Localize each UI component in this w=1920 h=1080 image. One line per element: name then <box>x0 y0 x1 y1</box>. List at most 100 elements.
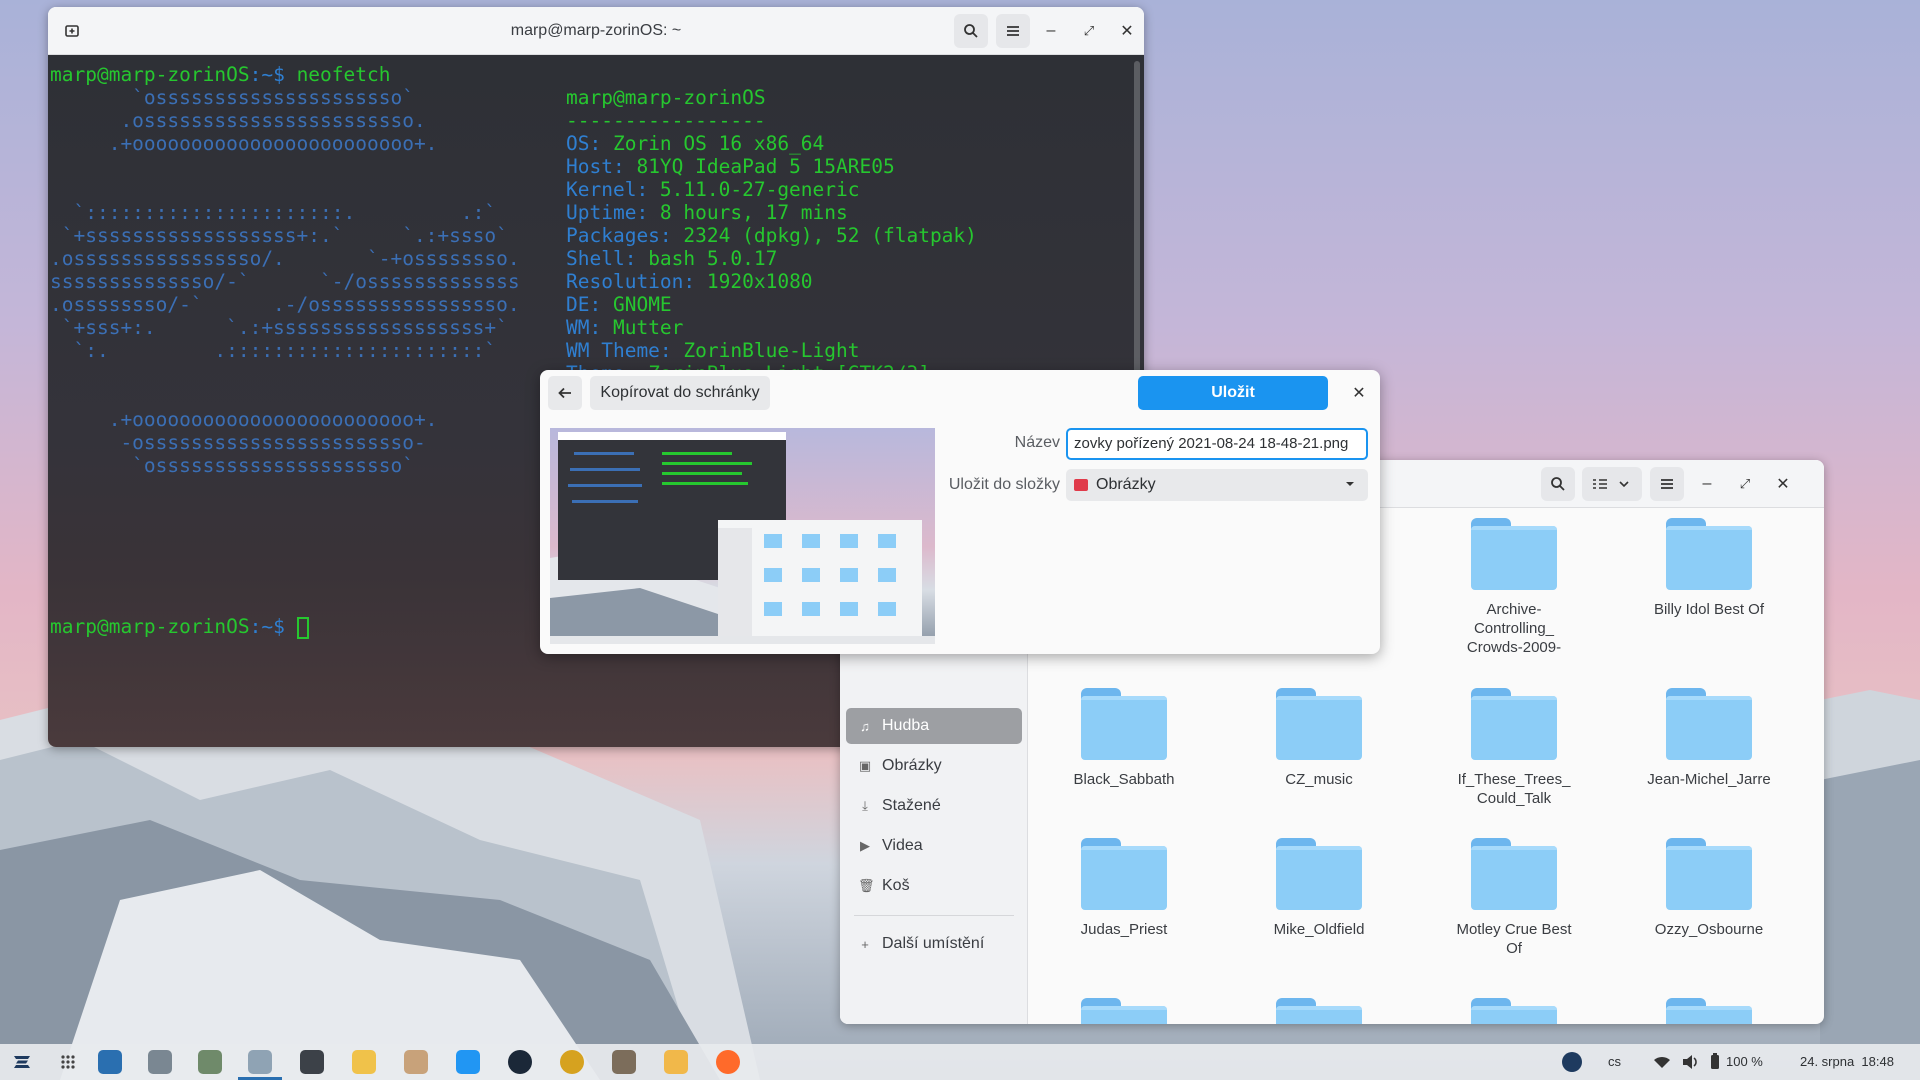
copy-to-clipboard-button[interactable]: Kopírovat do schránky <box>590 376 770 410</box>
sidebar-item-obrázky[interactable]: ▣ Obrázky <box>846 748 1022 784</box>
keyboard-layout[interactable]: cs <box>1608 1054 1621 1069</box>
folder-item[interactable]: Jean-Michel_Jarre <box>1624 688 1794 789</box>
info-value: ZorinBlue-Light <box>683 339 860 362</box>
info-value: 2324 (dpkg), 52 (flatpak) <box>683 224 977 247</box>
plus-icon: + <box>861 936 869 952</box>
zorin-menu-icon[interactable] <box>10 1050 34 1074</box>
view-toggle-icon[interactable] <box>1582 467 1642 501</box>
terminal-app-icon[interactable] <box>300 1050 324 1074</box>
hamburger-menu-icon[interactable] <box>996 14 1030 48</box>
search-icon[interactable] <box>954 14 988 48</box>
folder-item-partial[interactable] <box>1624 998 1794 1024</box>
folder-icon <box>1471 688 1557 760</box>
folder-icon <box>1276 998 1362 1024</box>
filename-input[interactable]: zovky pořízený 2021-08-24 18-48-21.png <box>1066 428 1368 460</box>
steam-tray-icon[interactable] <box>1562 1052 1582 1072</box>
folder-item-partial[interactable] <box>1039 998 1209 1024</box>
app-grid-icon[interactable] <box>56 1050 80 1074</box>
info-line: DE: GNOME <box>566 293 672 316</box>
screenshot-app-icon[interactable] <box>456 1050 480 1074</box>
screenshot-preview <box>550 428 935 644</box>
sidebar-item-other-locations[interactable]: + Další umístění <box>846 926 1022 962</box>
info-line: WM Theme: ZorinBlue-Light <box>566 339 860 362</box>
sidebar-item-label: Další umístění <box>882 935 985 952</box>
folder-item-partial[interactable] <box>1429 998 1599 1024</box>
sidebar-item-hudba[interactable]: ♫ Hudba <box>846 708 1022 744</box>
mail-app-icon[interactable] <box>664 1050 688 1074</box>
archive-app-icon[interactable] <box>404 1050 428 1074</box>
info-value: Zorin OS 16 x86_64 <box>612 132 825 155</box>
folder-item[interactable]: Archive- Controlling_ Crowds-2009- <box>1429 518 1599 657</box>
info-line: WM: Mutter <box>566 316 683 339</box>
notes-app-icon[interactable] <box>352 1050 376 1074</box>
folder-label: Jean-Michel_Jarre <box>1647 771 1771 788</box>
ascii-logo-line: `osssssssssssssssssssso` <box>50 86 414 109</box>
folder-icon <box>1471 998 1557 1024</box>
wifi-icon[interactable] <box>1652 1050 1672 1074</box>
info-value: 8 hours, 17 mins <box>659 201 848 224</box>
folder-label: CZ_music <box>1285 771 1353 788</box>
folder-item-partial[interactable] <box>1234 998 1404 1024</box>
folder-item[interactable]: Billy Idol Best Of <box>1624 518 1794 619</box>
folder-select[interactable]: Obrázky <box>1066 469 1368 501</box>
folder-label: Archive- Controlling_ Crowds-2009- <box>1466 601 1562 656</box>
search-icon[interactable] <box>1541 467 1575 501</box>
ascii-logo-line: .ossssssssssssssso/. `-+ossssssso. <box>50 247 520 270</box>
clock[interactable]: 24. srpna 18:48 <box>1800 1054 1894 1069</box>
name-label: Název <box>1014 434 1060 451</box>
sidebar-item-label: Obrázky <box>882 757 942 774</box>
folder-item[interactable]: Mike_Oldfield <box>1234 838 1404 939</box>
folder-item[interactable]: Black_Sabbath <box>1039 688 1209 789</box>
command-line: marp@marp-zorinOS:~$ neofetch <box>50 63 390 86</box>
minimize-icon[interactable]: – <box>1690 467 1724 501</box>
folder-label: Mike_Oldfield <box>1273 921 1365 938</box>
image-icon: ▣ <box>858 758 872 773</box>
battery-icon[interactable] <box>1708 1050 1722 1074</box>
sidebar-item-koš[interactable]: 🗑 Koš <box>846 868 1022 904</box>
minimize-icon[interactable]: – <box>1034 14 1068 48</box>
folder-icon <box>1666 518 1752 590</box>
info-key: Packages: <box>566 224 684 247</box>
folder-label: Billy Idol Best Of <box>1653 601 1765 618</box>
volume-icon[interactable] <box>1680 1050 1700 1074</box>
prompt-userhost: marp@marp-zorinOS <box>50 63 250 86</box>
battery-percent[interactable]: 100 % <box>1726 1054 1763 1069</box>
command-text: neofetch <box>296 63 391 86</box>
info-value: bash 5.0.17 <box>648 247 778 270</box>
terminal-titlebar[interactable]: marp@marp-zorinOS: ~ – ⤢ ✕ <box>48 7 1144 55</box>
steam-icon[interactable] <box>508 1050 532 1074</box>
ascii-logo-line: `+sss+:. `.:+ssssssssssssssssss+` <box>50 316 508 339</box>
info-value: Mutter <box>612 316 684 339</box>
taskbar[interactable]: cs 100 % 24. srpna 18:48 <box>0 1044 1920 1080</box>
folder-icon <box>1081 838 1167 910</box>
folder-item[interactable]: CZ_music <box>1234 688 1404 789</box>
game-app-icon[interactable] <box>612 1050 636 1074</box>
maximize-icon[interactable]: ⤢ <box>1728 467 1762 501</box>
info-line: Resolution: 1920x1080 <box>566 270 813 293</box>
close-icon[interactable]: ✕ <box>1766 467 1800 501</box>
hamburger-menu-icon[interactable] <box>1650 467 1684 501</box>
ascii-logo-line: .+oooooooooooooooooooooooo+. <box>50 132 438 155</box>
folder-item[interactable]: Motley Crue Best Of <box>1429 838 1599 958</box>
close-icon[interactable]: ✕ <box>1110 14 1144 48</box>
settings-app-icon[interactable] <box>248 1050 272 1074</box>
close-icon[interactable]: ✕ <box>1342 376 1376 410</box>
maximize-icon[interactable]: ⤢ <box>1072 14 1106 48</box>
sidebar-item-stažené[interactable]: ⤓ Stažené <box>846 788 1022 824</box>
music-player-icon[interactable] <box>560 1050 584 1074</box>
folder-item[interactable]: Judas_Priest <box>1039 838 1209 939</box>
sidebar-item-videa[interactable]: ▶ Videa <box>846 828 1022 864</box>
text-editor-icon[interactable] <box>148 1050 172 1074</box>
back-arrow-icon[interactable] <box>548 376 582 410</box>
ascii-logo-line: `osssssssssssssssssssso` <box>50 454 414 477</box>
firefox-icon[interactable] <box>716 1050 740 1074</box>
folder-icon <box>1666 838 1752 910</box>
sidebar-item-label: Hudba <box>882 717 930 734</box>
folder-item[interactable]: Ozzy_Osbourne <box>1624 838 1794 939</box>
save-button[interactable]: Uložit <box>1138 376 1328 410</box>
info-line: Packages: 2324 (dpkg), 52 (flatpak) <box>566 224 977 247</box>
folder-item[interactable]: If_These_Trees_ Could_Talk <box>1429 688 1599 808</box>
save-screenshot-dialog[interactable]: Kopírovat do schránky Uložit ✕ Název zov… <box>540 370 1380 654</box>
software-icon[interactable] <box>198 1050 222 1074</box>
files-app-icon[interactable] <box>98 1050 122 1074</box>
